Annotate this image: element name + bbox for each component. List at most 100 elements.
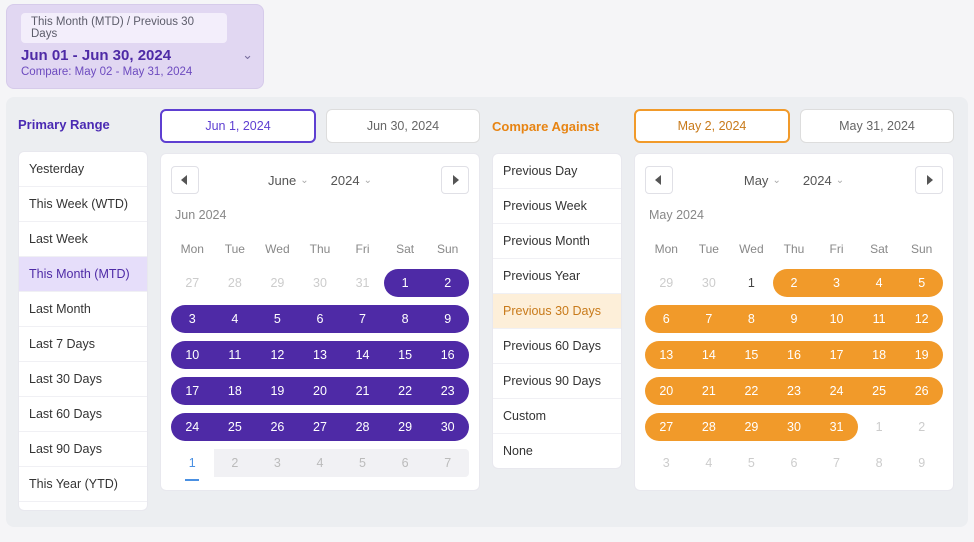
preset-item[interactable]: Last 90 Days [19, 432, 147, 467]
prev-month-button[interactable] [645, 166, 673, 194]
calendar-day[interactable]: 19 [900, 341, 943, 369]
calendar-day[interactable]: 4 [299, 449, 342, 477]
calendar-day[interactable]: 1 [384, 269, 427, 297]
calendar-day[interactable]: 29 [730, 413, 773, 441]
calendar-day[interactable]: 16 [426, 341, 469, 369]
calendar-day[interactable]: 30 [299, 269, 342, 297]
year-select[interactable]: 2024⌄ [323, 173, 380, 188]
next-month-button[interactable] [441, 166, 469, 194]
calendar-day[interactable]: 1 [858, 413, 901, 441]
calendar-day[interactable]: 17 [815, 341, 858, 369]
calendar-day[interactable]: 18 [214, 377, 257, 405]
calendar-day[interactable]: 8 [730, 305, 773, 333]
calendar-day[interactable]: 23 [426, 377, 469, 405]
calendar-day[interactable]: 4 [858, 269, 901, 297]
calendar-day[interactable]: 18 [858, 341, 901, 369]
calendar-day[interactable]: 3 [256, 449, 299, 477]
preset-item[interactable]: This Month (MTD) [19, 257, 147, 292]
calendar-day[interactable]: 20 [645, 377, 688, 405]
compare-end-input[interactable]: May 31, 2024 [800, 109, 954, 143]
month-select[interactable]: June⌄ [260, 173, 317, 188]
preset-item[interactable]: None [493, 434, 621, 468]
preset-item[interactable]: This Year (YTD) [19, 467, 147, 502]
compare-start-input[interactable]: May 2, 2024 [634, 109, 790, 143]
month-select[interactable]: May⌄ [736, 173, 789, 188]
calendar-day[interactable]: 21 [688, 377, 731, 405]
calendar-day[interactable]: 26 [900, 377, 943, 405]
prev-month-button[interactable] [171, 166, 199, 194]
calendar-day[interactable]: 3 [171, 305, 214, 333]
calendar-day[interactable]: 5 [730, 449, 773, 477]
calendar-day[interactable]: 2 [900, 413, 943, 441]
calendar-day[interactable]: 8 [384, 305, 427, 333]
preset-item[interactable]: Previous 30 Days [493, 294, 621, 329]
calendar-day[interactable]: 27 [299, 413, 342, 441]
calendar-day[interactable]: 3 [815, 269, 858, 297]
calendar-day[interactable]: 4 [688, 449, 731, 477]
calendar-day[interactable]: 31 [815, 413, 858, 441]
preset-item[interactable]: Previous Week [493, 189, 621, 224]
preset-item[interactable]: Previous 60 Days [493, 329, 621, 364]
calendar-day[interactable]: 12 [900, 305, 943, 333]
preset-item[interactable]: This Week (WTD) [19, 187, 147, 222]
date-range-summary[interactable]: This Month (MTD) / Previous 30 Days Jun … [6, 4, 264, 89]
calendar-day[interactable]: 11 [214, 341, 257, 369]
calendar-day[interactable]: 4 [214, 305, 257, 333]
calendar-day[interactable]: 2 [773, 269, 816, 297]
calendar-day[interactable]: 28 [688, 413, 731, 441]
calendar-day[interactable]: 6 [645, 305, 688, 333]
preset-item[interactable]: Previous Day [493, 154, 621, 189]
calendar-day[interactable]: 30 [773, 413, 816, 441]
calendar-day[interactable]: 26 [256, 413, 299, 441]
calendar-day[interactable]: 11 [858, 305, 901, 333]
calendar-day[interactable]: 29 [256, 269, 299, 297]
calendar-day[interactable]: 8 [858, 449, 901, 477]
calendar-day[interactable]: 2 [426, 269, 469, 297]
calendar-day[interactable]: 25 [858, 377, 901, 405]
preset-item[interactable]: Custom [493, 399, 621, 434]
calendar-day[interactable]: 22 [730, 377, 773, 405]
calendar-day[interactable]: 9 [900, 449, 943, 477]
calendar-day[interactable]: 22 [384, 377, 427, 405]
calendar-day[interactable]: 29 [645, 269, 688, 297]
calendar-day[interactable]: 28 [214, 269, 257, 297]
primary-end-input[interactable]: Jun 30, 2024 [326, 109, 480, 143]
preset-item[interactable]: Last 30 Days [19, 362, 147, 397]
calendar-day[interactable]: 24 [171, 413, 214, 441]
calendar-day[interactable]: 16 [773, 341, 816, 369]
calendar-day[interactable]: 29 [384, 413, 427, 441]
calendar-day[interactable]: 7 [688, 305, 731, 333]
calendar-day[interactable]: 9 [773, 305, 816, 333]
calendar-day[interactable]: 14 [341, 341, 384, 369]
calendar-day[interactable]: 25 [214, 413, 257, 441]
calendar-day[interactable]: 30 [426, 413, 469, 441]
calendar-day[interactable]: 7 [426, 449, 469, 477]
preset-item[interactable]: Custom [19, 502, 147, 511]
preset-item[interactable]: Previous Month [493, 224, 621, 259]
calendar-day[interactable]: 2 [214, 449, 257, 477]
calendar-day[interactable]: 6 [299, 305, 342, 333]
calendar-day[interactable]: 5 [900, 269, 943, 297]
calendar-day[interactable]: 17 [171, 377, 214, 405]
preset-item[interactable]: Last 7 Days [19, 327, 147, 362]
calendar-day[interactable]: 3 [645, 449, 688, 477]
calendar-day[interactable]: 5 [256, 305, 299, 333]
calendar-day[interactable]: 14 [688, 341, 731, 369]
year-select[interactable]: 2024⌄ [795, 173, 852, 188]
calendar-day[interactable]: 27 [171, 269, 214, 297]
calendar-day[interactable]: 9 [426, 305, 469, 333]
calendar-day[interactable]: 12 [256, 341, 299, 369]
calendar-day[interactable]: 13 [299, 341, 342, 369]
preset-item[interactable]: Previous Year [493, 259, 621, 294]
calendar-day[interactable]: 13 [645, 341, 688, 369]
preset-item[interactable]: Previous 90 Days [493, 364, 621, 399]
calendar-day[interactable]: 6 [773, 449, 816, 477]
calendar-day[interactable]: 30 [688, 269, 731, 297]
next-month-button[interactable] [915, 166, 943, 194]
calendar-day[interactable]: 24 [815, 377, 858, 405]
calendar-day[interactable]: 1 [171, 449, 214, 477]
preset-item[interactable]: Yesterday [19, 152, 147, 187]
calendar-day[interactable]: 28 [341, 413, 384, 441]
calendar-day[interactable]: 5 [341, 449, 384, 477]
calendar-day[interactable]: 10 [171, 341, 214, 369]
